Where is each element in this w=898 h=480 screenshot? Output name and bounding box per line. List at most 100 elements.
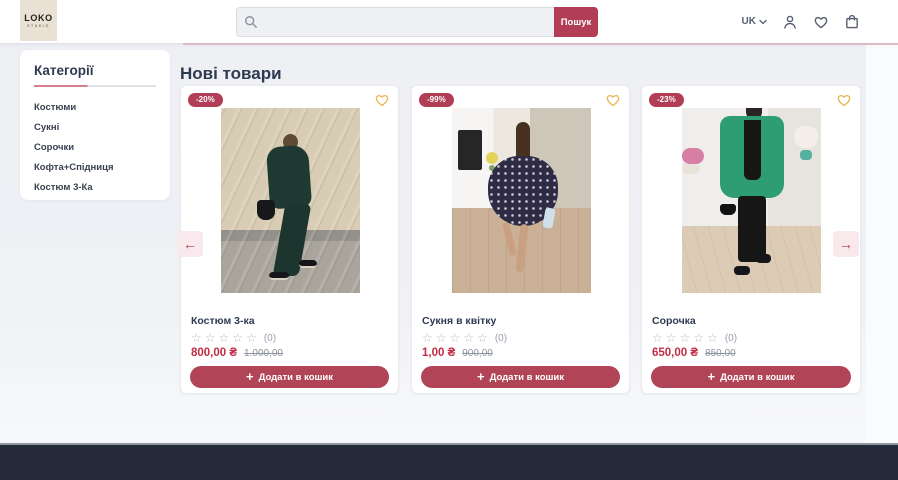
old-price: 850,00 bbox=[705, 348, 736, 359]
carousel-edge bbox=[866, 45, 898, 443]
wishlist-heart-icon[interactable] bbox=[605, 92, 621, 108]
current-price: 650,00 ₴ bbox=[652, 347, 698, 359]
discount-badge: -99% bbox=[419, 93, 454, 107]
add-to-cart-button[interactable]: + Додати в кошик bbox=[651, 366, 851, 388]
current-price: 800,00 ₴ bbox=[191, 347, 237, 359]
language-label: UK bbox=[742, 16, 756, 27]
star-icon: ☆ bbox=[191, 331, 202, 345]
product-card: -99% Сукня в квітку ☆☆☆☆☆ (0) 1,00 ₴ 900… bbox=[411, 85, 630, 394]
discount-badge: -20% bbox=[188, 93, 223, 107]
product-rating: ☆☆☆☆☆ (0) bbox=[191, 331, 276, 345]
loafer bbox=[756, 254, 771, 263]
carousel-next-button[interactable]: → bbox=[833, 231, 859, 257]
black-top bbox=[744, 120, 761, 180]
product-card: -20% Костюм 3-ка ☆☆☆☆☆ (0) 800,00 ₴ 1.00… bbox=[180, 85, 399, 394]
handbag bbox=[257, 200, 275, 220]
search-button[interactable]: Пошук bbox=[554, 7, 598, 37]
product-rating: ☆☆☆☆☆ (0) bbox=[422, 331, 507, 345]
add-to-cart-button[interactable]: + Додати в кошик bbox=[421, 366, 620, 388]
logo-subtext: STUDIO bbox=[27, 23, 50, 29]
tv-screen bbox=[458, 130, 482, 170]
star-icon: ☆ bbox=[232, 331, 243, 345]
product-title[interactable]: Сорочка bbox=[652, 315, 696, 327]
star-icon: ☆ bbox=[219, 331, 230, 345]
search-input[interactable] bbox=[236, 7, 554, 37]
categories-title: Категорії bbox=[34, 63, 156, 78]
black-leggings bbox=[738, 196, 766, 262]
page-title: Нові товари bbox=[180, 64, 282, 84]
star-icon: ☆ bbox=[246, 331, 257, 345]
wishlist-heart-icon[interactable] bbox=[836, 92, 852, 108]
store-logo[interactable]: LOKO STUDIO bbox=[20, 0, 57, 41]
categories-panel: Категорії Костюми Сукні Сорочки Кофта+Сп… bbox=[20, 50, 170, 200]
sidebar-item-kostyumy[interactable]: Костюми bbox=[34, 98, 156, 118]
price-row: 1,00 ₴ 900,00 bbox=[422, 347, 493, 359]
price-row: 650,00 ₴ 850,00 bbox=[652, 347, 736, 359]
plus-icon: + bbox=[477, 371, 485, 383]
sidebar-item-sorochky[interactable]: Сорочки bbox=[34, 138, 156, 158]
star-icon: ☆ bbox=[463, 331, 474, 345]
header-actions: UK bbox=[742, 0, 860, 43]
star-icon: ☆ bbox=[477, 331, 488, 345]
star-icon: ☆ bbox=[652, 331, 663, 345]
model-leg bbox=[502, 222, 517, 257]
product-photo[interactable] bbox=[452, 108, 591, 293]
star-icon: ☆ bbox=[680, 331, 691, 345]
old-price: 1.000,00 bbox=[244, 348, 283, 359]
product-photo[interactable] bbox=[682, 108, 821, 293]
model-legs bbox=[516, 224, 529, 273]
handbag bbox=[720, 204, 736, 215]
sidebar-item-kostyum-3ka[interactable]: Костюм 3-Ка bbox=[34, 178, 156, 198]
add-to-cart-button[interactable]: + Додати в кошик bbox=[190, 366, 389, 388]
arrow-right-icon: → bbox=[839, 236, 853, 252]
sidebar-item-sukni[interactable]: Сукні bbox=[34, 118, 156, 138]
product-card: -23% Сорочка ☆☆☆☆☆ (0) 650,00 ₴ 850,00 +… bbox=[641, 85, 861, 394]
header-shadow bbox=[183, 43, 898, 45]
chevron-down-icon bbox=[759, 19, 767, 25]
add-to-cart-label: Додати в кошик bbox=[259, 372, 333, 383]
sneaker bbox=[299, 260, 317, 268]
product-rating: ☆☆☆☆☆ (0) bbox=[652, 331, 737, 345]
product-title[interactable]: Сукня в квітку bbox=[422, 315, 496, 327]
star-icon: ☆ bbox=[436, 331, 447, 345]
cart-bag-icon[interactable] bbox=[844, 14, 860, 30]
carousel-prev-button[interactable]: ← bbox=[177, 231, 203, 257]
page-footer bbox=[0, 443, 898, 480]
arrow-left-icon: ← bbox=[183, 236, 197, 252]
plus-icon: + bbox=[707, 371, 715, 383]
wishlist-heart-icon[interactable] bbox=[374, 92, 390, 108]
clutch-bag bbox=[542, 207, 555, 228]
rating-count: (0) bbox=[264, 333, 276, 344]
top-header: LOKO STUDIO Пошук UK bbox=[0, 0, 898, 43]
product-photo[interactable] bbox=[221, 108, 360, 293]
current-price: 1,00 ₴ bbox=[422, 347, 455, 359]
add-to-cart-label: Додати в кошик bbox=[720, 372, 794, 383]
flowers-left bbox=[682, 148, 704, 164]
discount-badge: -23% bbox=[649, 93, 684, 107]
star-icon: ☆ bbox=[450, 331, 461, 345]
sneaker bbox=[269, 272, 289, 280]
categories-divider bbox=[34, 85, 156, 87]
flower-vase bbox=[486, 152, 498, 164]
sidebar-item-kofta-spidnytsia[interactable]: Кофта+Спідниця bbox=[34, 158, 156, 178]
add-to-cart-label: Додати в кошик bbox=[490, 372, 564, 383]
loafer bbox=[734, 266, 750, 275]
wishlist-icon[interactable] bbox=[813, 14, 829, 30]
old-price: 900,00 bbox=[462, 348, 493, 359]
star-icon: ☆ bbox=[205, 331, 216, 345]
storefront-page: { "header": { "logo_line1": "LOKO", "log… bbox=[0, 0, 898, 480]
logo-text: LOKO bbox=[24, 13, 52, 23]
product-title[interactable]: Костюм 3-ка bbox=[191, 315, 255, 327]
tulip-bouquet bbox=[794, 126, 818, 148]
rating-count: (0) bbox=[495, 333, 507, 344]
star-icon: ☆ bbox=[422, 331, 433, 345]
rating-count: (0) bbox=[725, 333, 737, 344]
price-row: 800,00 ₴ 1.000,00 bbox=[191, 347, 283, 359]
star-icon: ☆ bbox=[666, 331, 677, 345]
plus-icon: + bbox=[246, 371, 254, 383]
language-selector[interactable]: UK bbox=[742, 16, 767, 27]
star-icon: ☆ bbox=[693, 331, 704, 345]
search-bar: Пошук bbox=[236, 7, 598, 37]
account-icon[interactable] bbox=[782, 14, 798, 30]
categories-list: Костюми Сукні Сорочки Кофта+Спідниця Кос… bbox=[34, 98, 156, 198]
